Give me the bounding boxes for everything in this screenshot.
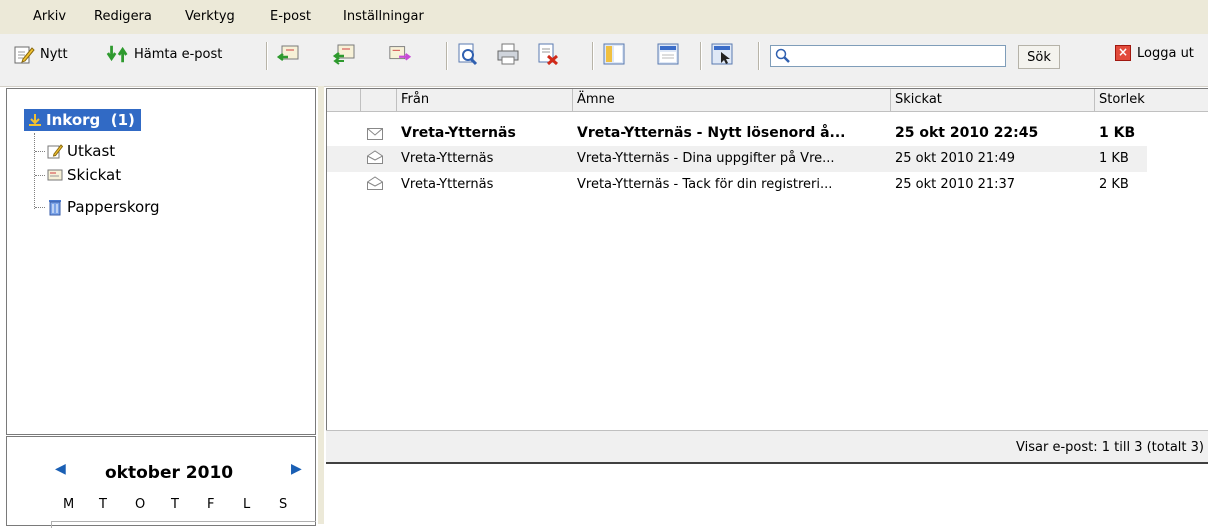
- folder-drafts[interactable]: Utkast: [35, 141, 115, 161]
- column-header-row: Från Ämne Skickat Storlek: [327, 89, 1208, 112]
- search-icon: [775, 48, 790, 63]
- menu-arkiv[interactable]: Arkiv: [33, 9, 66, 24]
- folder-tree: Inkorg (1) Utkast Skickat Papperskorg: [6, 88, 316, 435]
- mail-from: Vreta-Ytternäs: [401, 125, 516, 141]
- menu-verktyg[interactable]: Verktyg: [185, 9, 235, 24]
- folder-sent[interactable]: Skickat: [35, 165, 121, 185]
- weekday: T: [171, 497, 179, 512]
- layout-vertical-button[interactable]: [602, 41, 626, 67]
- select-button[interactable]: [710, 41, 734, 67]
- forward-icon: [388, 42, 412, 66]
- preview-button[interactable]: [456, 41, 480, 67]
- calendar-grid: [51, 521, 316, 528]
- toolbar-separator: [446, 42, 448, 70]
- search-button[interactable]: Sök: [1018, 45, 1060, 69]
- mail-subject: Vreta-Ytternäs - Nytt lösenord å...: [577, 125, 846, 141]
- mail-size: 2 KB: [1099, 177, 1129, 192]
- calendar: ◀ oktober 2010 ▶ M T O T F L S: [6, 436, 316, 528]
- reply-all-button[interactable]: [332, 41, 356, 67]
- folder-sent-label: Skickat: [67, 166, 122, 184]
- delete-button[interactable]: [536, 41, 560, 67]
- pane-splitter[interactable]: [318, 86, 324, 524]
- split-vertical-icon: [602, 42, 626, 66]
- forward-button[interactable]: [388, 41, 412, 67]
- fetch-mail-button[interactable]: Hämta e-post: [106, 41, 222, 67]
- layout-horizontal-button[interactable]: [656, 41, 680, 67]
- mail-size: 1 KB: [1099, 125, 1136, 141]
- menu-redigera[interactable]: Redigera: [94, 9, 152, 24]
- mail-from: Vreta-Ytternäs: [401, 177, 494, 192]
- folder-inbox[interactable]: Inkorg (1): [24, 109, 141, 131]
- close-icon: ×: [1115, 45, 1131, 61]
- cursor-window-icon: [710, 42, 734, 66]
- menu-e-post[interactable]: E-post: [270, 9, 311, 24]
- mail-sent: 25 okt 2010 21:49: [895, 151, 1016, 166]
- weekday: L: [243, 497, 251, 512]
- search-input[interactable]: [793, 47, 1005, 67]
- toolbar-separator: [266, 42, 268, 70]
- folder-drafts-label: Utkast: [67, 142, 116, 160]
- fetch-mail-icon: [106, 42, 130, 66]
- toolbar: Nytt Hämta e-post Sök × Logga ut: [0, 34, 1208, 87]
- mail-status-bar: Visar e-post: 1 till 3 (totalt 3): [326, 430, 1208, 464]
- mail-count-text: Visar e-post: 1 till 3 (totalt 3): [1016, 440, 1204, 455]
- column-size[interactable]: Storlek: [1095, 89, 1208, 111]
- mail-size: 1 KB: [1099, 151, 1129, 166]
- mail-sent: 25 okt 2010 22:45: [895, 125, 1039, 141]
- mail-from: Vreta-Ytternäs: [401, 151, 494, 166]
- logout-label: Logga ut: [1137, 45, 1194, 61]
- fetch-mail-label: Hämta e-post: [134, 46, 223, 62]
- folder-trash-label: Papperskorg: [67, 198, 160, 216]
- print-button[interactable]: [496, 41, 520, 67]
- calendar-month: oktober 2010: [105, 463, 234, 483]
- mail-list: Från Ämne Skickat Storlek Vreta-Ytternäs…: [326, 88, 1208, 432]
- envelope-open-icon: [367, 148, 383, 174]
- toolbar-separator: [700, 42, 702, 70]
- next-month-icon[interactable]: ▶: [291, 461, 302, 477]
- folder-trash[interactable]: Papperskorg: [35, 197, 160, 217]
- mail-sent: 25 okt 2010 21:37: [895, 177, 1016, 192]
- column-select[interactable]: [327, 89, 361, 111]
- reply-icon: [276, 42, 300, 66]
- magnify-page-icon: [456, 42, 480, 66]
- weekday: F: [207, 497, 215, 512]
- logout-button[interactable]: × Logga ut: [1115, 45, 1194, 61]
- mail-row[interactable]: Vreta-Ytternäs Vreta-Ytternäs - Tack för…: [327, 172, 1147, 198]
- download-arrow-icon: [29, 114, 41, 126]
- weekday: M: [63, 497, 75, 512]
- column-sent[interactable]: Skickat: [891, 89, 1095, 111]
- printer-icon: [496, 42, 520, 66]
- new-button-label: Nytt: [40, 46, 68, 62]
- prev-month-icon[interactable]: ◀: [55, 461, 66, 477]
- reply-button[interactable]: [276, 41, 300, 67]
- mail-row[interactable]: Vreta-Ytternäs Vreta-Ytternäs - Nytt lös…: [327, 120, 1147, 146]
- split-horizontal-icon: [656, 42, 680, 66]
- preview-pane: [326, 466, 1208, 524]
- column-status[interactable]: [361, 89, 397, 111]
- new-message-icon: [12, 42, 36, 66]
- sent-icon: [47, 169, 63, 181]
- weekday: O: [135, 497, 146, 512]
- new-button[interactable]: Nytt: [12, 41, 68, 67]
- trash-icon: [49, 200, 61, 216]
- mail-subject: Vreta-Ytternäs - Tack för din registreri…: [577, 177, 833, 192]
- toolbar-separator: [758, 42, 760, 70]
- mail-subject: Vreta-Ytternäs - Dina uppgifter på Vre..…: [577, 151, 835, 166]
- menu-installningar[interactable]: Inställningar: [343, 9, 424, 24]
- folder-inbox-label: Inkorg (1): [46, 111, 135, 129]
- draft-icon: [47, 144, 63, 159]
- column-from[interactable]: Från: [397, 89, 573, 111]
- delete-page-icon: [536, 42, 560, 66]
- weekday: S: [279, 497, 288, 512]
- column-subject[interactable]: Ämne: [573, 89, 891, 111]
- reply-all-icon: [332, 42, 356, 66]
- toolbar-separator: [592, 42, 594, 70]
- weekday: T: [99, 497, 107, 512]
- envelope-open-icon: [367, 174, 383, 200]
- search-field[interactable]: [770, 45, 1006, 67]
- menu-bar: Arkiv Redigera Verktyg E-post Inställnin…: [0, 0, 1208, 34]
- mail-row[interactable]: Vreta-Ytternäs Vreta-Ytternäs - Dina upp…: [327, 146, 1147, 172]
